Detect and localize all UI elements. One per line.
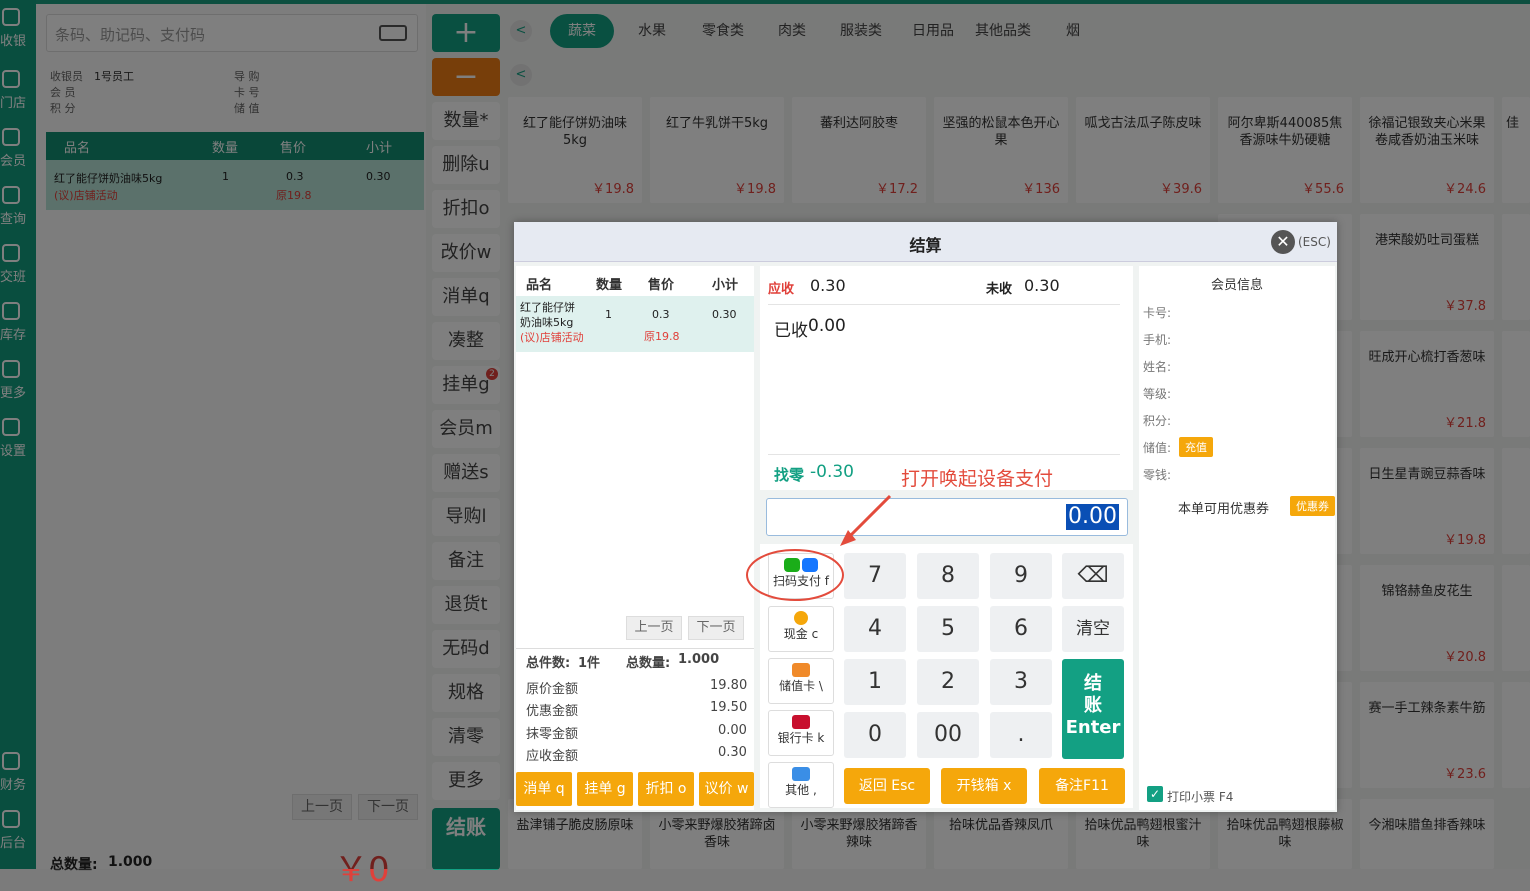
key-1[interactable]: 1 bbox=[844, 659, 906, 705]
key-00[interactable]: 00 bbox=[917, 712, 979, 758]
key-0[interactable]: 0 bbox=[844, 712, 906, 758]
member-balance-label: 储值: bbox=[1143, 441, 1172, 455]
enter-label-3: Enter bbox=[1065, 717, 1121, 738]
backspace-icon: ⌫ bbox=[1077, 563, 1109, 588]
col-name: 品名 bbox=[526, 278, 553, 293]
member-change-label: 零钱: bbox=[1143, 468, 1172, 482]
backspace-button[interactable]: ⌫ bbox=[1062, 553, 1124, 599]
other-pay-button[interactable]: 其他 , bbox=[768, 762, 834, 808]
row-subtotal: 0.30 bbox=[712, 308, 737, 321]
key-6[interactable]: 6 bbox=[990, 606, 1052, 652]
divider bbox=[516, 648, 754, 649]
bank-card-pay-button[interactable]: 银行卡 k bbox=[768, 710, 834, 756]
dialog-next-page-button[interactable]: 下一页 bbox=[688, 616, 744, 640]
amount-input-value: 0.00 bbox=[1066, 504, 1119, 530]
coupon-button[interactable]: 优惠券 bbox=[1290, 496, 1335, 516]
rounding-amount-label: 抹零金额 bbox=[526, 727, 579, 742]
key-dot[interactable]: . bbox=[990, 712, 1052, 758]
row-price: 0.3 bbox=[652, 308, 670, 321]
discount-button[interactable]: 折扣 o bbox=[638, 772, 694, 806]
receivable-amount-label: 应收金额 bbox=[526, 749, 579, 764]
row-tag: (议)店铺活动 bbox=[520, 331, 584, 344]
stored-card-pay-label: 储值卡 \ bbox=[779, 679, 823, 693]
enter-label-1: 结 bbox=[1084, 673, 1102, 694]
member-level-label: 等级: bbox=[1143, 387, 1172, 401]
total-qty-value: 1.000 bbox=[678, 652, 720, 667]
key-9[interactable]: 9 bbox=[990, 553, 1052, 599]
rounding-amount-value: 0.00 bbox=[718, 723, 747, 738]
divider bbox=[768, 454, 1120, 455]
stored-card-pay-button[interactable]: 储值卡 \ bbox=[768, 658, 834, 704]
due-label: 应收 bbox=[768, 282, 795, 297]
key-4[interactable]: 4 bbox=[844, 606, 906, 652]
unionpay-icon bbox=[792, 715, 810, 729]
amount-panel: 应收 0.30 未收 0.30 已收 0.00 找零 -0.30 bbox=[760, 266, 1133, 490]
member-info-panel: 会员信息 卡号: 手机: 姓名: 等级: 积分: 储值: 充值 零钱: 本单可用… bbox=[1139, 266, 1335, 810]
row-qty: 1 bbox=[605, 308, 612, 321]
col-price: 售价 bbox=[648, 278, 675, 293]
total-qty-label: 总数量: bbox=[626, 656, 671, 671]
checkout-enter-button[interactable]: 结 账 Enter bbox=[1062, 659, 1124, 759]
back-esc-button[interactable]: 返回 Esc bbox=[844, 768, 930, 804]
other-pay-label: 其他 , bbox=[785, 783, 817, 797]
checkout-dialog: 结算 ✕ (ESC) 品名 数量 售价 小计 红了能仔饼奶油味5kg (议)店铺… bbox=[514, 222, 1337, 812]
member-points-label: 积分: bbox=[1143, 414, 1172, 428]
grid-icon bbox=[792, 767, 810, 781]
dialog-header: 结算 ✕ (ESC) bbox=[514, 222, 1337, 262]
cash-pay-button[interactable]: 现金 c bbox=[768, 606, 834, 652]
open-drawer-button[interactable]: 开钱箱 x bbox=[941, 768, 1027, 804]
recharge-button[interactable]: 充值 bbox=[1179, 437, 1213, 457]
due-value: 0.30 bbox=[810, 276, 846, 295]
orig-amount-value: 19.80 bbox=[710, 678, 748, 693]
paid-value: 0.00 bbox=[808, 316, 846, 336]
unpaid-label: 未收 bbox=[986, 282, 1013, 297]
cash-pay-label: 现金 c bbox=[783, 627, 819, 641]
table-row[interactable]: 红了能仔饼奶油味5kg (议)店铺活动 1 0.3 原19.8 0.30 bbox=[516, 296, 754, 352]
annotation-text: 打开唤起设备支付 bbox=[901, 468, 1054, 490]
member-name-label: 姓名: bbox=[1143, 360, 1172, 374]
dialog-prev-page-button[interactable]: 上一页 bbox=[626, 616, 682, 640]
total-items-value: 1件 bbox=[578, 656, 601, 671]
print-receipt-label: 打印小票 F4 bbox=[1167, 790, 1234, 804]
member-info-title: 会员信息 bbox=[1210, 278, 1263, 293]
discount-amount-label: 优惠金额 bbox=[526, 704, 579, 719]
paid-label: 已收 bbox=[774, 321, 808, 341]
key-8[interactable]: 8 bbox=[917, 553, 979, 599]
col-subtotal: 小计 bbox=[712, 278, 739, 293]
divider bbox=[768, 304, 1120, 305]
dialog-item-list: 品名 数量 售价 小计 红了能仔饼奶油味5kg (议)店铺活动 1 0.3 原1… bbox=[516, 266, 754, 810]
key-2[interactable]: 2 bbox=[917, 659, 979, 705]
enter-label-2: 账 bbox=[1084, 695, 1102, 716]
coupon-label: 本单可用优惠券 bbox=[1178, 502, 1270, 517]
hold-order-button[interactable]: 挂单 g bbox=[577, 772, 633, 806]
print-receipt-checkbox[interactable]: ✓ bbox=[1147, 786, 1163, 802]
coin-icon bbox=[794, 611, 808, 625]
member-phone-label: 手机: bbox=[1143, 333, 1172, 347]
change-label: 找零 bbox=[774, 466, 805, 484]
row-orig: 原19.8 bbox=[644, 330, 680, 343]
close-icon[interactable]: ✕ bbox=[1271, 230, 1295, 254]
key-5[interactable]: 5 bbox=[917, 606, 979, 652]
row-name: 红了能仔饼奶油味5kg bbox=[520, 301, 575, 329]
orig-amount-label: 原价金额 bbox=[526, 682, 579, 697]
unpaid-value: 0.30 bbox=[1024, 276, 1060, 295]
discount-amount-value: 19.50 bbox=[710, 700, 748, 715]
receivable-amount-value: 0.30 bbox=[718, 745, 747, 760]
total-items-label: 总件数: bbox=[526, 656, 571, 671]
stored-card-icon bbox=[792, 663, 810, 677]
cancel-order-button[interactable]: 消单 q bbox=[516, 772, 572, 806]
annotation-arrow bbox=[746, 494, 892, 601]
clear-button[interactable]: 清空 bbox=[1062, 606, 1124, 652]
col-qty: 数量 bbox=[596, 278, 623, 293]
member-card-label: 卡号: bbox=[1143, 306, 1172, 320]
negotiate-button[interactable]: 议价 w bbox=[699, 772, 754, 806]
bank-card-pay-label: 银行卡 k bbox=[777, 731, 825, 745]
esc-hint: (ESC) bbox=[1298, 235, 1331, 249]
remark-button[interactable]: 备注F11 bbox=[1039, 768, 1125, 804]
key-3[interactable]: 3 bbox=[990, 659, 1052, 705]
change-value: -0.30 bbox=[810, 462, 854, 482]
dialog-title: 结算 bbox=[909, 236, 942, 255]
